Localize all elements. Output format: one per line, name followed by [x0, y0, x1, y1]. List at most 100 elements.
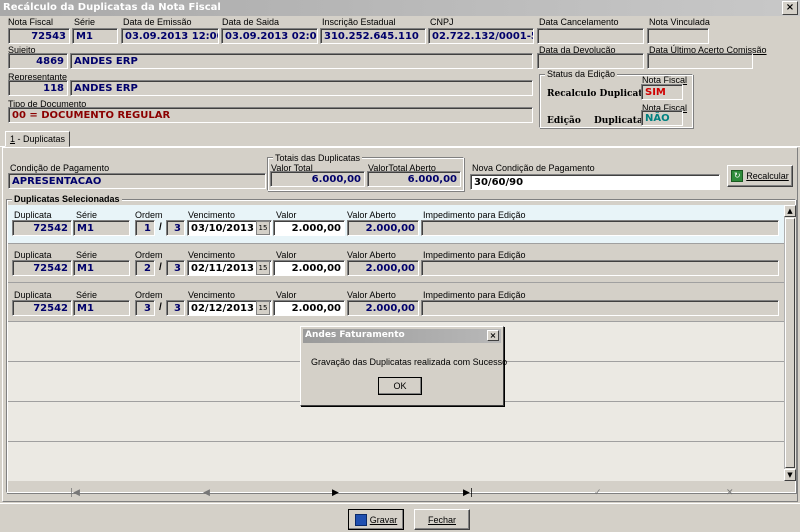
valor-total-field: 6.000,00 [270, 171, 365, 187]
representante-name-field[interactable]: ANDES ERP [70, 80, 533, 96]
recalcular-button[interactable]: ↻ Recalcular [727, 165, 793, 187]
data-emissao-label: Data de Emissão [123, 17, 192, 27]
duplicata-col-label: Duplicata [14, 290, 52, 300]
data-emissao-field[interactable]: 03.09.2013 12:00 [121, 28, 219, 44]
valor-input[interactable]: 2.000,00 [273, 300, 345, 316]
sujeito-code-field[interactable]: 4869 [8, 53, 68, 69]
ordem-total-field: 3 [166, 260, 185, 276]
next-record-icon[interactable]: ▶ [332, 488, 339, 498]
cnpj-label: CNPJ [430, 17, 454, 27]
serie-field: M1 [73, 260, 130, 276]
gravar-button[interactable]: Gravar [348, 509, 404, 530]
refresh-icon: ↻ [731, 170, 744, 182]
ordem-total-field: 3 [166, 300, 185, 316]
serie-field: M1 [73, 220, 130, 236]
grid-divider [8, 282, 784, 283]
last-record-icon[interactable]: ▶| [463, 488, 473, 498]
tab-duplicatas[interactable]: 1 - Duplicatas [5, 131, 71, 147]
scroll-down-icon[interactable]: ▼ [784, 469, 796, 481]
duplicata-field: 72542 [12, 220, 72, 236]
valor-aberto-col-label: Valor Aberto [347, 210, 396, 220]
data-ultimo-acerto-field[interactable] [647, 53, 753, 69]
valor-aberto-field: 2.000,00 [347, 220, 419, 236]
ordem-field: 3 [135, 300, 155, 316]
serie-col-label: Série [76, 210, 98, 220]
impedimento-field [421, 220, 779, 236]
inscricao-field[interactable]: 310.252.645.110 [320, 28, 426, 44]
duplicata-col-label: Duplicata [14, 210, 52, 220]
ordem-col-label: Ordem [135, 210, 163, 220]
message-dialog: Andes Faturamento × Gravação das Duplica… [300, 326, 507, 406]
tab-duplicatas-label: - Duplicatas [15, 134, 66, 144]
duplicata-field: 72542 [12, 300, 72, 316]
ordem-total-field: 3 [166, 220, 185, 236]
data-devolucao-field[interactable] [537, 53, 644, 69]
condicao-pagamento-field[interactable]: APRESENTACAO [8, 173, 266, 189]
serie-field[interactable]: M1 [72, 28, 118, 44]
recalculo-status-field: SIM [641, 84, 683, 100]
recalcular-label: Recalcular [746, 171, 789, 181]
serie-label: Série [74, 17, 96, 27]
ordem-col-label: Ordem [135, 290, 163, 300]
nota-vinculada-field[interactable] [647, 28, 709, 44]
nota-fiscal-label: Nota Fiscal [8, 17, 54, 27]
calendar-icon[interactable]: 15 [256, 301, 270, 315]
impedimento-col-label: Impedimento para Edição [423, 210, 526, 220]
valor-total-aberto-field: 6.000,00 [367, 171, 461, 187]
valor-aberto-col-label: Valor Aberto [347, 250, 396, 260]
cancel-icon[interactable]: ✕ [726, 488, 734, 498]
scrollbar-thumb[interactable] [785, 218, 795, 468]
nova-condicao-label: Nova Condição de Pagamento [472, 163, 595, 173]
serie-col-label: Série [76, 290, 98, 300]
valor-col-label: Valor [276, 250, 297, 260]
ok-button[interactable]: OK [378, 377, 422, 395]
valor-aberto-field: 2.000,00 [347, 260, 419, 276]
vencimento-col-label: Vencimento [188, 290, 236, 300]
calendar-icon[interactable]: 15 [256, 221, 270, 235]
recalculo-duplicata-label: Recalculo Duplicata: [547, 89, 652, 99]
vencimento-col-label: Vencimento [188, 210, 236, 220]
impedimento-field [421, 260, 779, 276]
data-saida-field[interactable]: 03.09.2013 02:04 [221, 28, 318, 44]
post-icon[interactable]: ✓ [594, 488, 602, 498]
close-icon[interactable]: × [782, 1, 798, 15]
gravar-label: Gravar [369, 514, 398, 525]
valor-aberto-field: 2.000,00 [347, 300, 419, 316]
sujeito-name-field[interactable]: ANDES ERP [70, 53, 533, 69]
valor-aberto-col-label: Valor Aberto [347, 290, 396, 300]
valor-input[interactable]: 2.000,00 [273, 220, 345, 236]
duplicata-field: 72542 [12, 260, 72, 276]
prior-record-icon[interactable]: ◀ [203, 488, 210, 498]
impedimento-field [421, 300, 779, 316]
footer-divider [0, 503, 800, 504]
serie-col-label: Série [76, 250, 98, 260]
cnpj-field[interactable]: 02.722.132/0001-52 [428, 28, 534, 44]
valor-input[interactable]: 2.000,00 [273, 260, 345, 276]
nota-fiscal-field[interactable]: 72543 [8, 28, 70, 44]
nota-vinculada-label: Nota Vinculada [649, 17, 710, 27]
duplicata-col-label: Duplicata [14, 250, 52, 260]
duplicata-status-label: Duplicata: [594, 116, 647, 126]
ordem-field: 1 [135, 220, 155, 236]
scroll-up-icon[interactable]: ▲ [784, 205, 796, 217]
fechar-button[interactable]: Fechar [414, 509, 470, 530]
status-edicao-title: Status da Edição [545, 69, 618, 79]
ordem-separator: / [159, 302, 162, 313]
valor-col-label: Valor [276, 210, 297, 220]
edicao-label: Edição [547, 116, 581, 126]
grid-divider [8, 243, 784, 244]
data-cancelamento-label: Data Cancelamento [539, 17, 619, 27]
nova-condicao-input[interactable]: 30/60/90 [470, 174, 720, 190]
calendar-icon[interactable]: 15 [256, 261, 270, 275]
totais-title: Totais das Duplicatas [273, 153, 363, 163]
condicao-pagamento-label: Condição de Pagamento [10, 163, 110, 173]
valor-col-label: Valor [276, 290, 297, 300]
duplicatas-title: Duplicatas Selecionadas [12, 194, 122, 204]
tipo-documento-field[interactable]: 00 = DOCUMENTO REGULAR [8, 107, 533, 123]
dialog-close-icon[interactable]: × [487, 330, 499, 341]
data-cancelamento-field[interactable] [537, 28, 644, 44]
first-record-icon[interactable]: |◀ [70, 488, 80, 498]
window-title: Recálculo da Duplicatas da Nota Fiscal [3, 2, 221, 13]
representante-code-field[interactable]: 118 [8, 80, 68, 96]
grid-divider [8, 321, 784, 322]
